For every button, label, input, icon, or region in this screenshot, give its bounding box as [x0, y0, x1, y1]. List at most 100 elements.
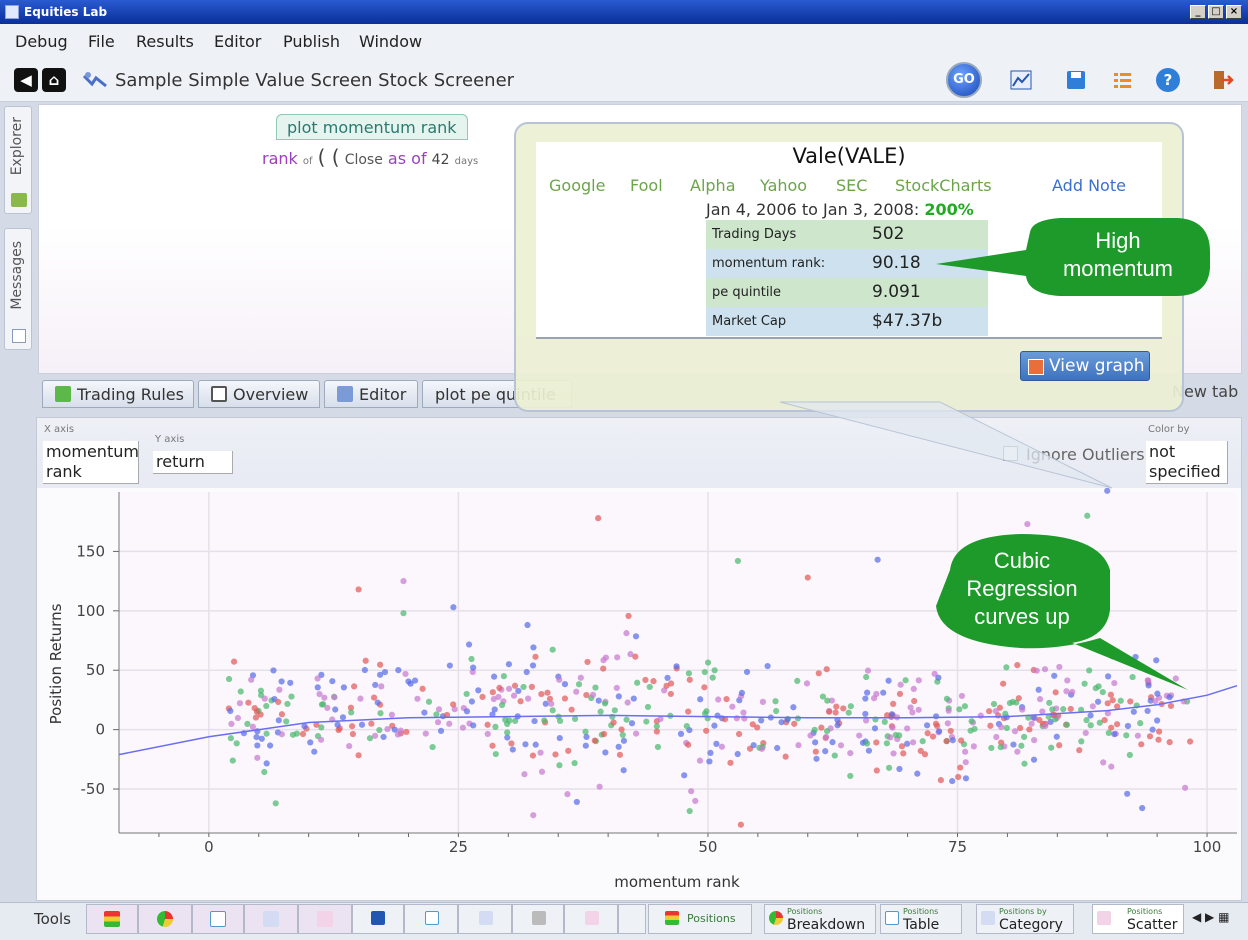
scatter-point — [504, 729, 511, 736]
exit-icon[interactable] — [1210, 68, 1234, 92]
link-fool[interactable]: Fool — [630, 176, 663, 195]
y-tick-label: 150 — [76, 542, 105, 560]
view-graph-button[interactable]: View graph — [1020, 351, 1150, 381]
scatter-point — [1144, 707, 1151, 715]
scatter-point — [837, 742, 845, 749]
scatter-point — [225, 675, 233, 683]
maximize-button[interactable]: □ — [1208, 5, 1224, 19]
table-tab[interactable]: Positions Table — [880, 904, 962, 934]
scatter-point — [943, 695, 951, 702]
toolbar: ◀ ⌂ Sample Simple Value Screen Stock Scr… — [0, 58, 1248, 102]
tool-button-4[interactable] — [244, 904, 298, 934]
tab-scroll-arrows[interactable]: ◀ ▶ ▦ — [1192, 910, 1229, 924]
scatter-point — [782, 753, 789, 760]
y-axis-select[interactable]: return — [153, 451, 233, 474]
menu-debug[interactable]: Debug — [15, 32, 68, 51]
scatter-point — [729, 703, 736, 710]
link-sec[interactable]: SEC — [836, 176, 867, 195]
save-icon[interactable] — [1064, 68, 1088, 92]
tool-button-6[interactable] — [352, 904, 404, 934]
formula-line[interactable]: rank of ( ( Close as of 42 days — [262, 145, 478, 169]
close-button[interactable]: × — [1226, 5, 1242, 19]
home-icon[interactable]: ⌂ — [42, 68, 66, 92]
x-axis-title: momentum rank — [614, 873, 740, 891]
scatter-point — [778, 719, 785, 726]
minimize-button[interactable]: _ — [1190, 5, 1206, 19]
scatter-point — [832, 709, 839, 716]
formula-days-value: 42 — [431, 152, 450, 168]
scatter-point — [713, 740, 720, 747]
menu-publish[interactable]: Publish — [283, 32, 340, 51]
scatter-point — [743, 668, 751, 676]
category-tab[interactable]: Positions by Category — [976, 904, 1074, 934]
scatter-tab[interactable]: Positions Scatter — [1092, 904, 1184, 934]
tool-button-3[interactable] — [192, 904, 244, 934]
tool-button-8[interactable] — [458, 904, 512, 934]
scatter-point — [696, 757, 704, 764]
x-tick-label: 75 — [948, 838, 967, 856]
menu-file[interactable]: File — [88, 32, 115, 51]
scatter-point — [1046, 699, 1053, 706]
tab-trading-rules[interactable]: Trading Rules — [42, 380, 194, 408]
tab-editor[interactable]: Editor — [324, 380, 418, 408]
link-stockcharts[interactable]: StockCharts — [895, 176, 992, 195]
view-graph-label: View graph — [1049, 356, 1145, 376]
tab-explorer[interactable]: Explorer — [4, 106, 32, 214]
tab-overview[interactable]: Overview — [198, 380, 320, 408]
plot-tag[interactable]: plot momentum rank — [276, 114, 468, 140]
tab-overview-label: Overview — [233, 385, 309, 404]
chart-icon[interactable] — [1009, 68, 1033, 92]
scatter-small-icon — [585, 911, 599, 925]
help-icon[interactable]: ? — [1156, 68, 1180, 92]
scatter-point — [1123, 732, 1130, 739]
scatter-point — [530, 644, 537, 651]
scatter-point — [470, 664, 477, 671]
scatter-point — [986, 708, 993, 715]
tab-messages[interactable]: Messages — [4, 228, 32, 350]
scatter-point — [380, 733, 387, 741]
link-yahoo[interactable]: Yahoo — [760, 176, 807, 195]
scatter-point — [372, 732, 379, 739]
menu-results[interactable]: Results — [136, 32, 194, 51]
scatter-point — [1167, 702, 1175, 710]
scatter-point — [318, 701, 326, 708]
menu-editor[interactable]: Editor — [214, 32, 261, 51]
scatter-point — [704, 659, 712, 666]
scatter-point — [971, 725, 978, 733]
link-google[interactable]: Google — [549, 176, 605, 195]
back-icon[interactable]: ◀ — [14, 68, 38, 92]
tool-button-5[interactable] — [298, 904, 352, 934]
breakdown-tab[interactable]: Positions Breakdown — [764, 904, 876, 934]
tool-button-11[interactable] — [618, 904, 646, 934]
scatter-point — [1127, 698, 1134, 705]
link-alpha[interactable]: Alpha — [690, 176, 736, 195]
tool-button-2[interactable] — [138, 904, 192, 934]
scatter-point — [909, 709, 916, 716]
scatter-point — [573, 798, 580, 806]
scatter-point — [591, 737, 598, 744]
scatter-point — [910, 685, 917, 693]
scatter-point — [896, 765, 903, 773]
add-note-link[interactable]: Add Note — [1052, 176, 1126, 195]
list-icon[interactable] — [1110, 68, 1134, 92]
scatter-point — [1021, 760, 1028, 767]
scatter-point — [317, 736, 325, 743]
scatter-point — [703, 708, 710, 715]
scatter-point — [272, 800, 279, 807]
tool-button-1[interactable] — [86, 904, 138, 934]
color-by-select[interactable]: not specified — [1146, 441, 1228, 484]
scatter-point — [1030, 756, 1038, 763]
tool-button-9[interactable] — [512, 904, 564, 934]
go-button[interactable]: GO — [946, 62, 982, 98]
x-axis-select[interactable]: momentum rank — [43, 441, 139, 484]
tool-button-7[interactable] — [404, 904, 458, 934]
scatter-point — [1084, 512, 1091, 519]
overview-icon — [211, 386, 227, 402]
positions-tab[interactable]: Positions — [648, 904, 752, 934]
menu-window[interactable]: Window — [359, 32, 422, 51]
tool-button-10[interactable] — [564, 904, 618, 934]
scatter-point — [1078, 738, 1085, 745]
scatter-point — [654, 743, 662, 751]
scatter-point — [391, 726, 398, 733]
stat-value: 502 — [872, 224, 905, 244]
